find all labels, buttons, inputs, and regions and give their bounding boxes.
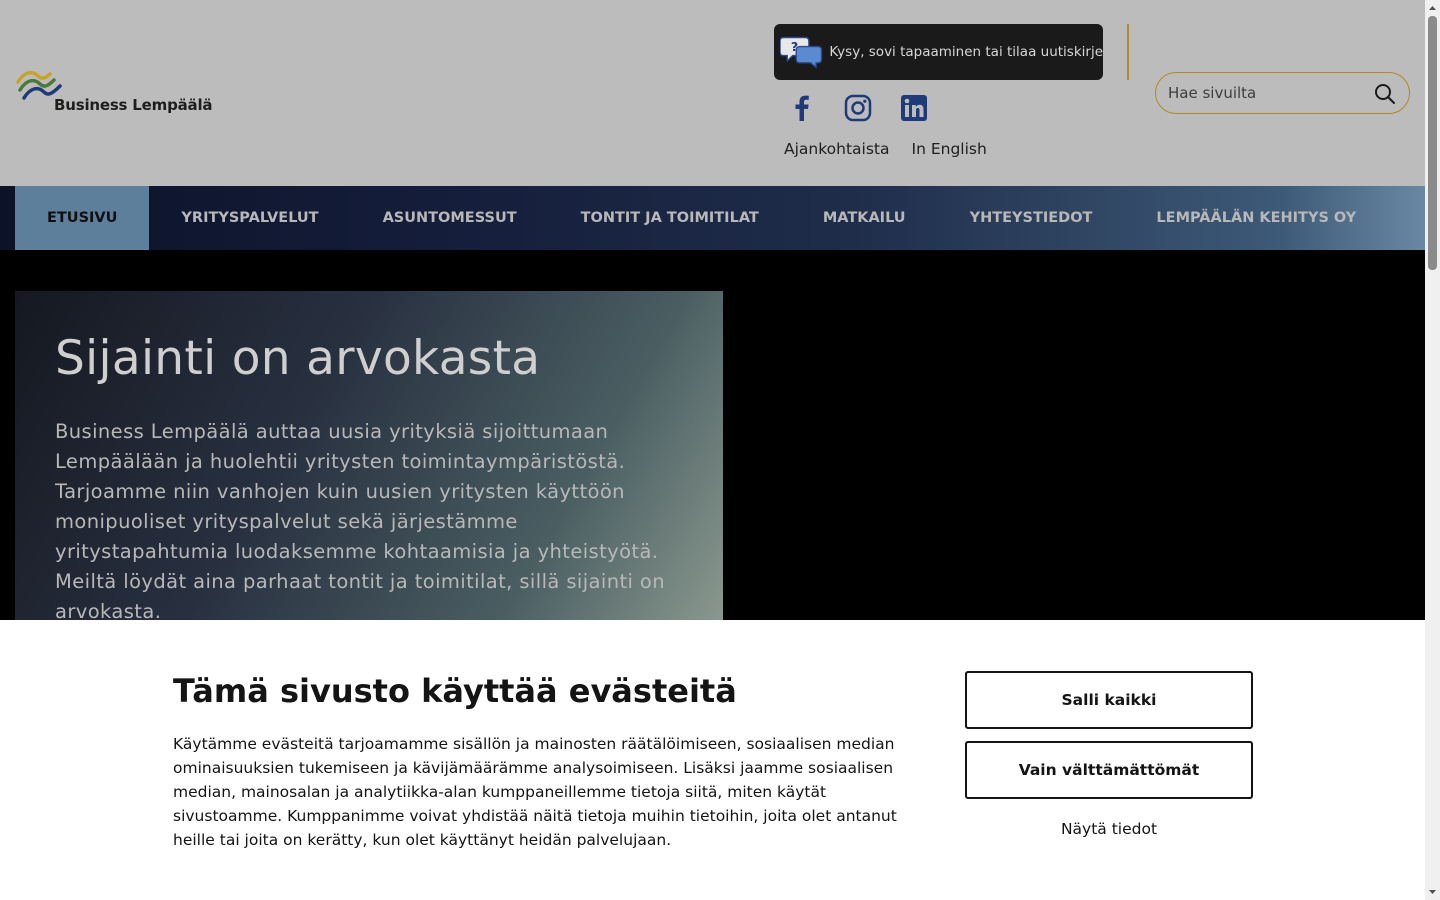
scroll-down-arrow-icon[interactable] bbox=[1428, 887, 1437, 897]
logo-text: Business Lempäälä bbox=[54, 96, 213, 114]
header-divider bbox=[1127, 24, 1129, 80]
search-input[interactable] bbox=[1168, 82, 1368, 104]
site-logo[interactable]: Business Lempäälä bbox=[16, 68, 216, 118]
hero-title: Sijainti on arvokasta bbox=[55, 331, 541, 386]
hero-text: Business Lempäälä auttaa uusia yrityksiä… bbox=[55, 420, 666, 620]
nav-item-matkailu[interactable]: MATKAILU bbox=[791, 186, 938, 250]
nav-item-asuntomessut[interactable]: ASUNTOMESSUT bbox=[351, 186, 549, 250]
ask-contact-label: Kysy, sovi tapaaminen tai tilaa uutiskir… bbox=[829, 44, 1103, 60]
cookie-description: Käytämme evästeitä tarjoamamme sisällön … bbox=[173, 735, 897, 849]
nav-item-lempaalan-kehitys-oy[interactable]: LEMPÄÄLÄN KEHITYS OY bbox=[1124, 186, 1388, 250]
page-scrollbar[interactable] bbox=[1425, 0, 1440, 900]
main-navigation: ETUSIVU YRITYSPALVELUT ASUNTOMESSUT TONT… bbox=[0, 186, 1425, 250]
search-box bbox=[1155, 72, 1410, 114]
facebook-icon[interactable] bbox=[788, 94, 816, 122]
scroll-up-arrow-icon[interactable] bbox=[1428, 3, 1437, 13]
necessary-only-button[interactable]: Vain välttämättömät bbox=[965, 741, 1253, 799]
top-links: Ajankohtaista In English bbox=[784, 140, 987, 158]
instagram-icon[interactable] bbox=[844, 94, 872, 122]
cookie-banner: Tämä sivusto käyttää evästeitä Käytämme … bbox=[0, 620, 1425, 900]
search-icon[interactable] bbox=[1373, 82, 1397, 106]
show-details-link[interactable]: Näytä tiedot bbox=[965, 820, 1253, 838]
nav-item-etusivu[interactable]: ETUSIVU bbox=[15, 186, 150, 250]
allow-all-button[interactable]: Salli kaikki bbox=[965, 671, 1253, 729]
nav-item-tontit-ja-toimitilat[interactable]: TONTIT JA TOIMITILAT bbox=[549, 186, 791, 250]
hero-section: Sijainti on arvokasta Business Lempäälä … bbox=[0, 250, 1425, 620]
nav-item-yrityspalvelut[interactable]: YRITYSPALVELUT bbox=[149, 186, 350, 250]
scrollbar-thumb[interactable] bbox=[1428, 16, 1437, 270]
nav-item-yhteystiedot[interactable]: YHTEYSTIEDOT bbox=[938, 186, 1125, 250]
chat-question-icon: ? bbox=[780, 36, 823, 69]
hero-panel: Sijainti on arvokasta Business Lempäälä … bbox=[15, 291, 723, 620]
link-ajankohtaista[interactable]: Ajankohtaista bbox=[784, 140, 890, 158]
linkedin-icon[interactable] bbox=[900, 94, 928, 122]
ask-contact-button[interactable]: ? Kysy, sovi tapaaminen tai tilaa uutisk… bbox=[774, 24, 1103, 80]
site-header: Business Lempäälä ? Kysy, sovi tapaamine… bbox=[0, 0, 1425, 186]
link-in-english[interactable]: In English bbox=[912, 140, 987, 158]
cookie-title: Tämä sivusto käyttää evästeitä bbox=[173, 672, 737, 710]
